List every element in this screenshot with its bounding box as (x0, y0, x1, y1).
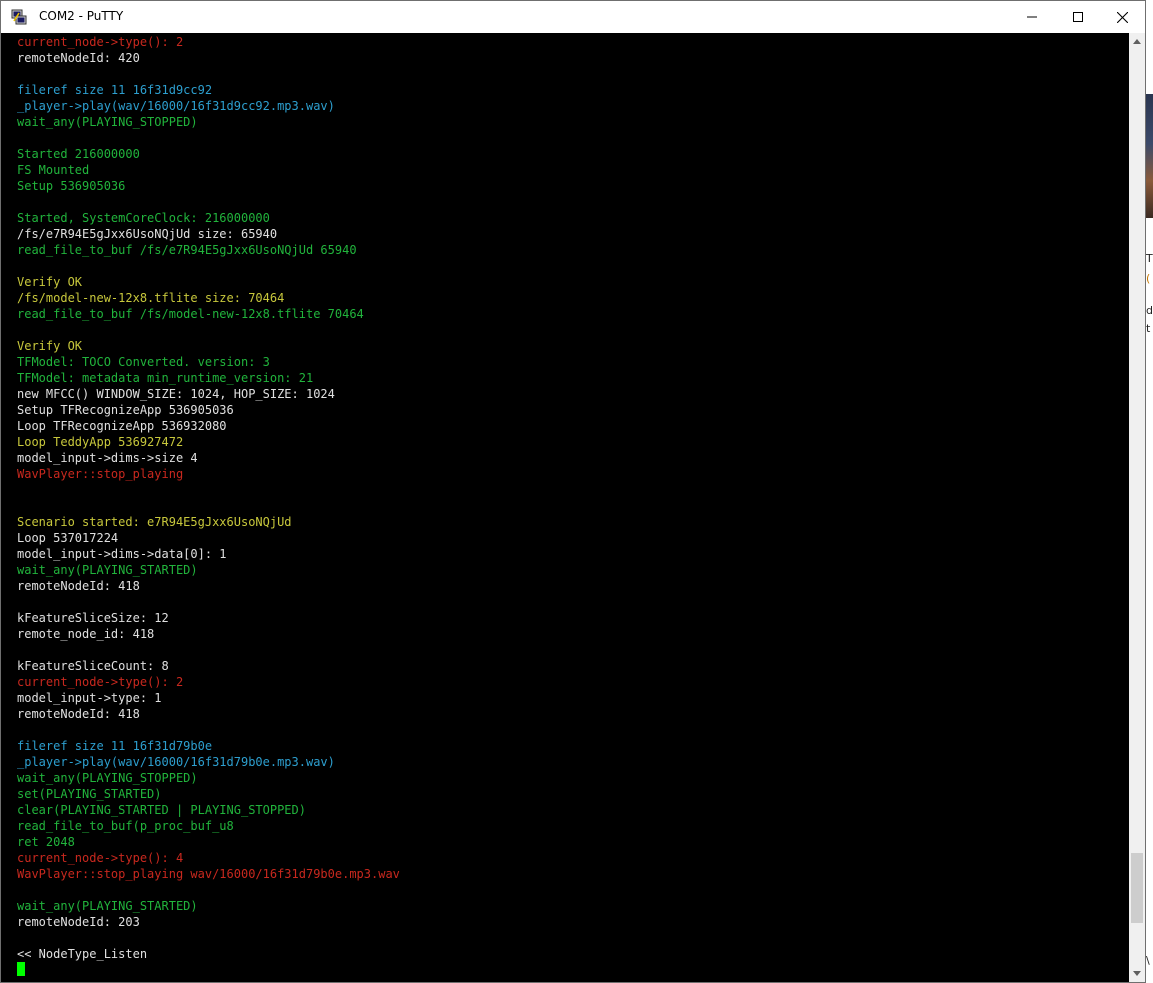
background-window-right: T ( d t \ (1146, 94, 1153, 983)
terminal-line: new MFCC() WINDOW_SIZE: 1024, HOP_SIZE: … (17, 387, 335, 401)
desktop: енкаskистчертуретральеннсинопі T(dt\ COM… (0, 0, 1153, 983)
terminal-line: Loop 537017224 (17, 531, 119, 545)
terminal-line: WavPlayer::stop_playing wav/16000/16f31d… (17, 867, 400, 881)
terminal-line: Started, SystemCoreClock: 216000000 (17, 211, 270, 225)
minimize-button[interactable] (1009, 1, 1055, 33)
background-text: t (1146, 322, 1151, 335)
terminal-line: current_node->type(): 2 (17, 675, 184, 689)
terminal-line: Verify OK (17, 275, 83, 289)
scrollbar-thumb[interactable] (1131, 852, 1143, 923)
terminal-line: read_file_to_buf(p_proc_buf_u8 (17, 819, 234, 833)
terminal-line: Loop TeddyApp 536927472 (17, 435, 184, 449)
scroll-up-arrow-icon (1133, 39, 1141, 44)
terminal-line: TFModel: TOCO Converted. version: 3 (17, 355, 270, 369)
terminal-line: Loop TFRecognizeApp 536932080 (17, 419, 227, 433)
terminal-line: kFeatureSliceCount: 8 (17, 659, 169, 673)
background-text: T (1146, 252, 1153, 265)
terminal-line: remoteNodeId: 418 (17, 579, 140, 593)
terminal-line: Setup 536905036 (17, 179, 126, 193)
background-text: \ (1146, 954, 1150, 967)
terminal-line: read_file_to_buf /fs/model-new-12x8.tfli… (17, 307, 364, 321)
terminal-line: Verify OK (17, 339, 83, 353)
terminal-line: Setup TFRecognizeApp 536905036 (17, 403, 234, 417)
terminal-line: wait_any(PLAYING_STARTED) (17, 563, 198, 577)
terminal-line: wait_any(PLAYING_STOPPED) (17, 771, 198, 785)
terminal-line: model_input->dims->data[0]: 1 (17, 547, 227, 561)
terminal-line: fileref size 11 16f31d79b0e (17, 739, 213, 753)
scroll-up-button[interactable] (1129, 33, 1145, 50)
terminal-line: FS Mounted (17, 163, 90, 177)
terminal-line: remoteNodeId: 203 (17, 915, 140, 929)
terminal-cursor (17, 962, 25, 976)
terminal-line: fileref size 11 16f31d9cc92 (17, 83, 213, 97)
terminal-line: remoteNodeId: 420 (17, 51, 140, 65)
terminal-line: remoteNodeId: 418 (17, 707, 140, 721)
maximize-icon (1073, 12, 1083, 22)
background-text: ( (1146, 272, 1151, 285)
terminal-line: _player->play(wav/16000/16f31d9cc92.mp3.… (17, 99, 335, 113)
terminal-line: current_node->type(): 4 (17, 851, 184, 865)
terminal-line: Scenario started: e7R94E5gJxx6UsoNQjUd (17, 515, 292, 529)
terminal-line: clear(PLAYING_STARTED | PLAYING_STOPPED) (17, 803, 306, 817)
scroll-down-button[interactable] (1129, 965, 1145, 982)
close-icon (1116, 11, 1128, 23)
terminal-line: remote_node_id: 418 (17, 627, 155, 641)
terminal-line: WavPlayer::stop_playing (17, 467, 184, 481)
close-button[interactable] (1099, 1, 1145, 33)
terminal-line: wait_any(PLAYING_STARTED) (17, 899, 198, 913)
putty-window: COM2 - PuTTY current_node->type(): 2 remo… (0, 0, 1146, 983)
terminal-line: TFModel: metadata min_runtime_version: 2… (17, 371, 314, 385)
terminal-line: << NodeType_Listen (17, 947, 148, 961)
background-text: d (1146, 304, 1153, 317)
terminal-line: model_input->dims->size 4 (17, 451, 198, 465)
terminal-line: current_node->type(): 2 (17, 35, 184, 49)
terminal-line: /fs/e7R94E5gJxx6UsoNQjUd size: 65940 (17, 227, 278, 241)
maximize-button[interactable] (1055, 1, 1101, 33)
terminal-line: _player->play(wav/16000/16f31d79b0e.mp3.… (17, 755, 335, 769)
terminal-output[interactable]: current_node->type(): 2 remoteNodeId: 420… (1, 33, 1129, 982)
background-thumbnail (1146, 94, 1153, 218)
window-title: COM2 - PuTTY (39, 9, 124, 23)
terminal-line: wait_any(PLAYING_STOPPED) (17, 115, 198, 129)
terminal-line: read_file_to_buf /fs/e7R94E5gJxx6UsoNQjU… (17, 243, 357, 257)
terminal-line: set(PLAYING_STARTED) (17, 787, 162, 801)
minimize-icon (1027, 16, 1037, 18)
terminal-line: kFeatureSliceSize: 12 (17, 611, 169, 625)
scroll-down-arrow-icon (1133, 971, 1141, 976)
vertical-scrollbar[interactable] (1129, 33, 1145, 982)
terminal-line: Started 216000000 (17, 147, 140, 161)
terminal-line: /fs/model-new-12x8.tflite size: 70464 (17, 291, 285, 305)
title-bar[interactable]: COM2 - PuTTY (1, 1, 1145, 33)
terminal-line: ret 2048 (17, 835, 75, 849)
terminal-line: model_input->type: 1 (17, 691, 162, 705)
putty-icon[interactable] (11, 9, 27, 25)
